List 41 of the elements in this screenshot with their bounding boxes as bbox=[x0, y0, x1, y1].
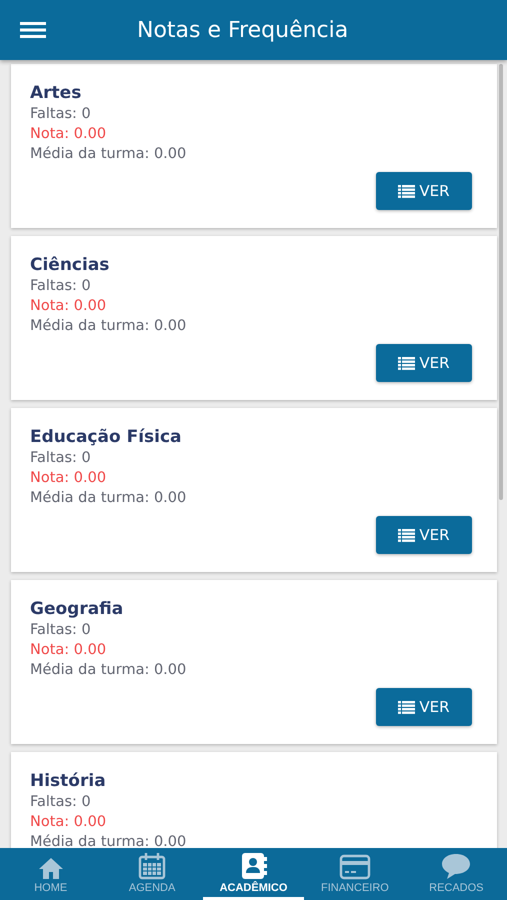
absences-text: Faltas: 0 bbox=[30, 277, 92, 296]
contact-book-icon bbox=[240, 852, 268, 880]
absences-text: Faltas: 0 bbox=[30, 793, 92, 812]
class-average-text: Média da turma: 0.00 bbox=[30, 661, 188, 680]
menu-button[interactable] bbox=[20, 21, 46, 39]
class-average-text: Média da turma: 0.00 bbox=[30, 145, 188, 164]
calendar-icon bbox=[138, 852, 166, 880]
nav-tab[interactable]: FINANCEIRO bbox=[304, 848, 406, 900]
subject-name: História bbox=[30, 770, 107, 792]
grade-text: Nota: 0.00 bbox=[30, 813, 108, 832]
page-title: Notas e Frequência bbox=[137, 18, 348, 42]
menu-icon bbox=[20, 21, 46, 39]
subject-name: Ciências bbox=[30, 254, 110, 276]
list-icon bbox=[398, 700, 416, 714]
class-average-text: Média da turma: 0.00 bbox=[30, 317, 188, 336]
subject-name: Artes bbox=[30, 82, 82, 104]
nav-tab[interactable]: RECADOS bbox=[406, 848, 507, 900]
grade-text: Nota: 0.00 bbox=[30, 469, 108, 488]
view-button[interactable]: VER bbox=[376, 688, 472, 726]
nav-tab[interactable]: AGENDA bbox=[101, 848, 203, 900]
list-icon bbox=[398, 356, 416, 370]
nav-tab[interactable]: HOME bbox=[0, 848, 102, 900]
class-average-text: Média da turma: 0.00 bbox=[30, 833, 188, 848]
grade-text: Nota: 0.00 bbox=[30, 297, 108, 316]
nav-tab[interactable]: ACADÊMICO bbox=[202, 848, 304, 900]
absences-text: Faltas: 0 bbox=[30, 449, 92, 468]
home-icon bbox=[36, 856, 65, 880]
list-icon bbox=[398, 184, 416, 198]
speech-bubble-icon bbox=[440, 852, 472, 880]
view-button[interactable]: VER bbox=[376, 344, 472, 382]
subject-name: Geografia bbox=[30, 598, 124, 620]
view-button[interactable]: VER bbox=[376, 172, 472, 210]
class-average-text: Média da turma: 0.00 bbox=[30, 489, 188, 508]
grade-text: Nota: 0.00 bbox=[30, 641, 108, 660]
credit-card-icon bbox=[338, 854, 371, 880]
subject-name: Educação Física bbox=[30, 426, 183, 448]
absences-text: Faltas: 0 bbox=[30, 621, 92, 640]
absences-text: Faltas: 0 bbox=[30, 105, 92, 124]
grade-text: Nota: 0.00 bbox=[30, 125, 108, 144]
list-icon bbox=[398, 528, 416, 542]
view-button[interactable]: VER bbox=[376, 516, 472, 554]
